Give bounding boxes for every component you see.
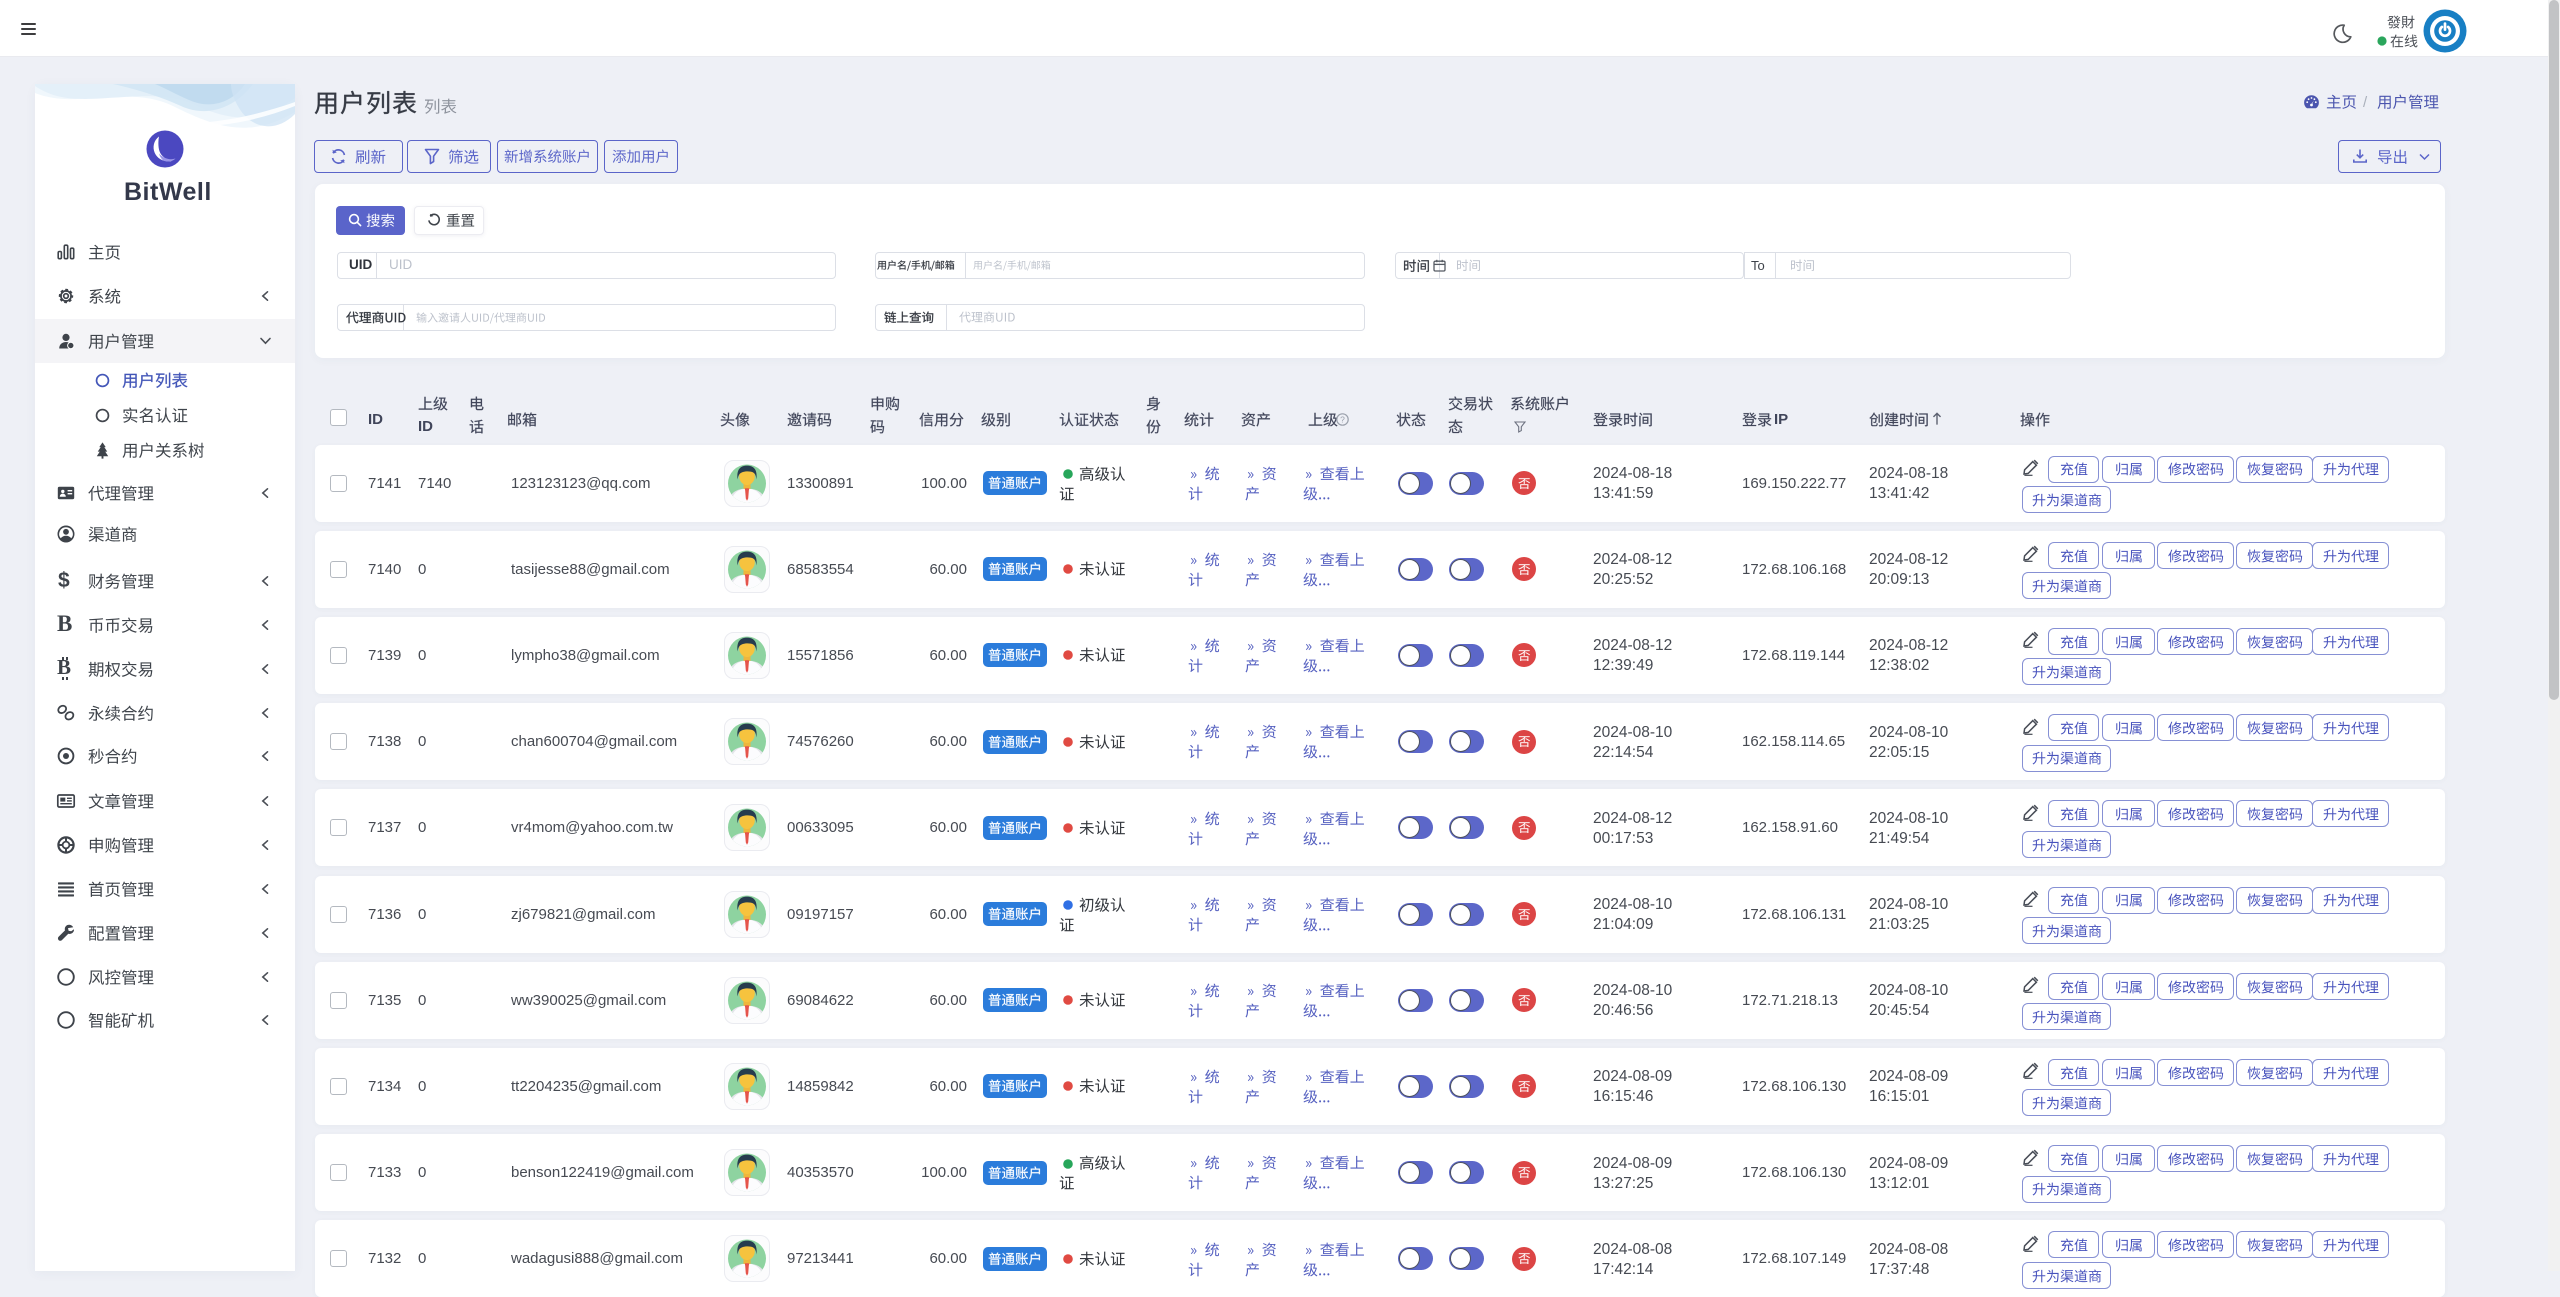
svg-text:?: ? — [1340, 414, 1345, 424]
